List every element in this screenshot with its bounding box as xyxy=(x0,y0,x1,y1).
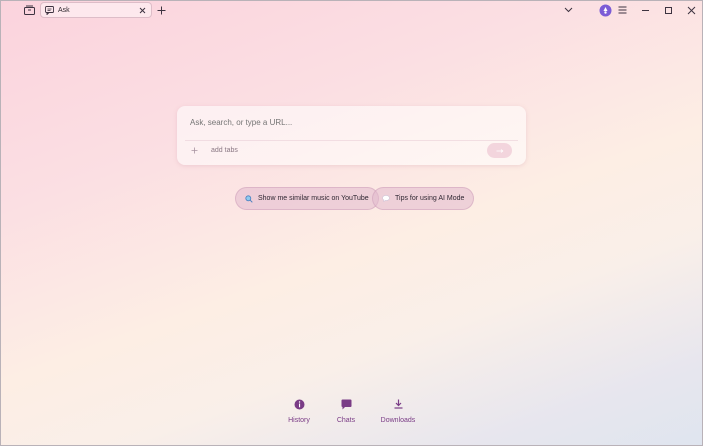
add-tabs-label[interactable]: add tabs xyxy=(211,147,238,154)
plus-icon xyxy=(191,147,197,154)
close-window-button[interactable] xyxy=(683,2,699,18)
tab-title: Ask xyxy=(58,6,70,14)
chat-tab-icon xyxy=(45,5,54,15)
info-icon xyxy=(294,396,305,412)
new-tab-button[interactable] xyxy=(153,2,169,18)
hamburger-icon xyxy=(618,6,626,14)
suggestion-label: Show me similar music on YouTube xyxy=(258,195,369,202)
shortcut-downloads[interactable]: Downloads xyxy=(380,396,416,424)
close-icon xyxy=(687,6,695,14)
maximize-button[interactable] xyxy=(660,2,676,18)
suggestion-chip-youtube[interactable]: Show me similar music on YouTube xyxy=(235,187,379,210)
download-icon xyxy=(394,396,403,412)
tab-groups-icon[interactable] xyxy=(21,2,37,18)
chevron-down-icon xyxy=(564,7,572,13)
plus-icon xyxy=(157,6,165,14)
tab-search-button[interactable] xyxy=(560,2,576,18)
search-input[interactable] xyxy=(190,118,490,127)
chat-bubble-icon xyxy=(382,195,390,202)
title-bar: Ask xyxy=(0,0,703,20)
search-icon xyxy=(245,194,253,203)
maximize-icon xyxy=(664,6,672,14)
minimize-button[interactable] xyxy=(637,2,653,18)
chat-icon xyxy=(341,396,352,412)
shortcut-chats[interactable]: Chats xyxy=(336,396,356,424)
suggestion-chip-ai-mode[interactable]: Tips for using AI Mode xyxy=(372,187,475,210)
menu-button[interactable] xyxy=(614,2,630,18)
divider xyxy=(185,140,518,141)
window-frame xyxy=(0,0,703,446)
avatar xyxy=(599,4,611,16)
close-tab-icon[interactable] xyxy=(137,5,147,15)
shortcut-label: Chats xyxy=(336,417,356,424)
shortcut-label: History xyxy=(288,417,310,424)
shortcut-history[interactable]: History xyxy=(288,396,310,424)
tab-ask[interactable]: Ask xyxy=(40,2,152,18)
send-button[interactable] xyxy=(487,143,512,158)
suggestion-label: Tips for using AI Mode xyxy=(395,195,465,202)
minimize-icon xyxy=(641,9,649,11)
add-context-button[interactable] xyxy=(189,147,199,157)
profile-button[interactable] xyxy=(597,2,613,18)
ask-box: add tabs xyxy=(177,106,526,165)
send-icon xyxy=(496,148,503,153)
shortcut-label: Downloads xyxy=(380,417,416,424)
